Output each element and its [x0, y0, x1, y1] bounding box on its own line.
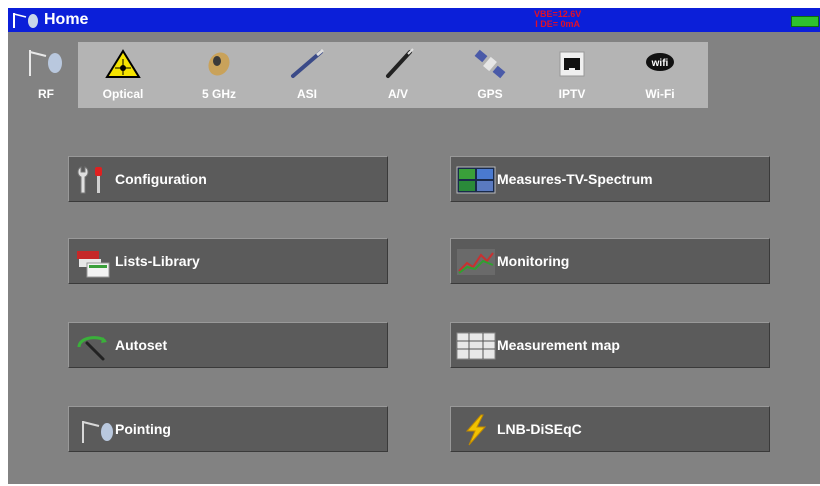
tab-iptv[interactable]: IPTV [540, 42, 604, 108]
tab-label: A/V [387, 87, 408, 101]
spectrum-icon [456, 166, 496, 194]
tab-label: ASI [296, 87, 317, 101]
button-label: Pointing [115, 421, 171, 437]
av-plug-icon [386, 48, 414, 78]
title-bar: Home VBE=12.6V I DE= 0mA [8, 8, 820, 32]
ethernet-port-icon [559, 51, 585, 77]
tab-asi[interactable]: ASI [275, 42, 339, 108]
tab-wifi[interactable]: wifi Wi-Fi [628, 42, 692, 108]
lists-library-button[interactable]: Lists-Library [68, 238, 388, 284]
current-readout: I DE= 0mA [535, 19, 581, 29]
antenna-dish-icon [29, 50, 62, 76]
wifi-icon: wifi [646, 53, 674, 71]
connector-icon [208, 52, 230, 76]
tab-5ghz[interactable]: 5 GHz [187, 42, 251, 108]
voltage-readout: VBE=12.6V [534, 9, 582, 19]
laser-warning-icon [105, 49, 141, 78]
autoset-button[interactable]: Autoset [68, 322, 388, 368]
power-status: VBE=12.6V I DE= 0mA [534, 9, 581, 29]
button-label: Measures-TV-Spectrum [497, 171, 653, 187]
battery-indicator [791, 16, 819, 27]
tab-label: GPS [477, 87, 503, 101]
satellite-icon [474, 49, 506, 79]
tab-label: 5 GHz [201, 87, 236, 101]
pointing-button[interactable]: Pointing [68, 406, 388, 452]
button-label: Autoset [115, 337, 168, 353]
tab-bar: RF Optical 5 GHz ASI A/V GPS IPTV wifi W… [8, 32, 820, 108]
tab-rf[interactable]: RF [14, 40, 78, 108]
main-screen: Home VBE=12.6V I DE= 0mA RF Optical 5 GH… [8, 8, 820, 484]
tab-label: Optical [102, 87, 144, 101]
svg-text:wifi: wifi [651, 58, 669, 69]
button-label: LNB-DiSEqC [497, 421, 582, 437]
lnb-diseqc-button[interactable]: LNB-DiSEqC [450, 406, 770, 452]
button-label: Monitoring [497, 253, 570, 269]
lightning-icon [465, 414, 487, 446]
tab-label: RF [38, 87, 54, 101]
page-title: Home [44, 11, 89, 28]
measures-tv-spectrum-button[interactable]: Measures-TV-Spectrum [450, 156, 770, 202]
button-label: Configuration [115, 171, 207, 187]
tab-av[interactable]: A/V [366, 42, 430, 108]
antenna-dish-icon [82, 421, 113, 443]
monitoring-icon [457, 249, 495, 275]
monitoring-button[interactable]: Monitoring [450, 238, 770, 284]
library-icon [77, 251, 110, 278]
measurement-map-icon [456, 332, 496, 360]
tab-gps[interactable]: GPS [458, 42, 522, 108]
tab-label: IPTV [558, 87, 586, 101]
button-label: Measurement map [497, 337, 620, 353]
measurement-map-button[interactable]: Measurement map [450, 322, 770, 368]
tools-icon [77, 166, 102, 194]
tab-label: Wi-Fi [645, 87, 675, 101]
antenna-dish-icon [13, 13, 38, 28]
configuration-button[interactable]: Configuration [68, 156, 388, 202]
tab-optical[interactable]: Optical [91, 42, 155, 108]
cable-icon [291, 48, 324, 78]
button-label: Lists-Library [115, 253, 200, 269]
autoset-icon [77, 336, 107, 361]
